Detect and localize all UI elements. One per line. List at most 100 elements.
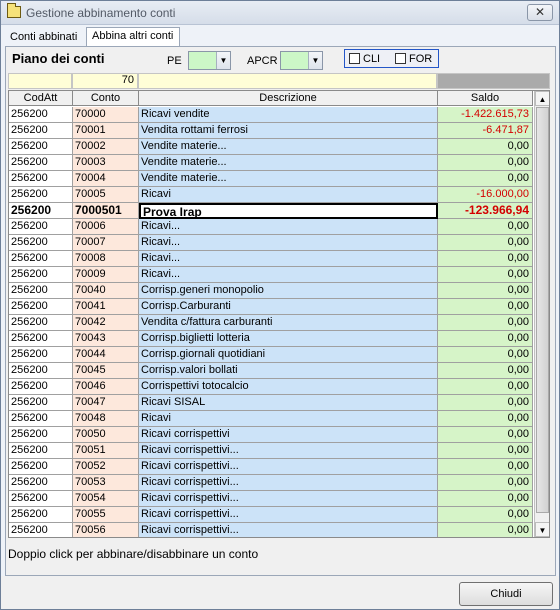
header-saldo[interactable]: Saldo bbox=[438, 91, 533, 106]
cell-conto[interactable]: 70051 bbox=[73, 443, 139, 459]
scroll-thumb[interactable] bbox=[536, 107, 549, 513]
close-button[interactable]: ✕ bbox=[527, 4, 553, 21]
table-row[interactable]: 256200 70055 Ricavi corrispettivi... 0,00 bbox=[9, 507, 533, 523]
cell-conto[interactable]: 7000501 bbox=[73, 203, 139, 219]
cell-saldo[interactable]: 0,00 bbox=[438, 315, 533, 331]
cell-descrizione[interactable]: Corrisp.generi monopolio bbox=[139, 283, 438, 299]
table-row[interactable]: 256200 70051 Ricavi corrispettivi... 0,00 bbox=[9, 443, 533, 459]
table-row[interactable]: 256200 70005 Ricavi -16.000,00 bbox=[9, 187, 533, 203]
table-row[interactable]: 256200 70045 Corrisp.valori bollati 0,00 bbox=[9, 363, 533, 379]
cell-descrizione[interactable]: Ricavi SISAL bbox=[139, 395, 438, 411]
checkbox-box[interactable] bbox=[395, 53, 406, 64]
cell-codatt[interactable]: 256200 bbox=[9, 123, 73, 139]
cell-saldo[interactable]: 0,00 bbox=[438, 507, 533, 523]
cell-saldo[interactable]: 0,00 bbox=[438, 155, 533, 171]
cell-codatt[interactable]: 256200 bbox=[9, 187, 73, 203]
cell-conto[interactable]: 70050 bbox=[73, 427, 139, 443]
table-row[interactable]: 256200 70043 Corrisp.biglietti lotteria 0,0… bbox=[9, 331, 533, 347]
cell-descrizione[interactable]: Ricavi corrispettivi... bbox=[139, 443, 438, 459]
cell-conto[interactable]: 70055 bbox=[73, 507, 139, 523]
table-row[interactable]: 256200 70054 Ricavi corrispettivi... 0,00 bbox=[9, 491, 533, 507]
table-row[interactable]: 256200 70000 Ricavi vendite -1.422.615,73 bbox=[9, 107, 533, 123]
tab-conti-abbinati[interactable]: Conti abbinati bbox=[5, 29, 85, 47]
cell-codatt[interactable]: 256200 bbox=[9, 267, 73, 283]
cell-descrizione[interactable]: Vendita rottami ferrosi bbox=[139, 123, 438, 139]
cell-saldo[interactable]: 0,00 bbox=[438, 411, 533, 427]
cell-descrizione[interactable]: Ricavi corrispettivi... bbox=[139, 475, 438, 491]
cell-conto[interactable]: 70048 bbox=[73, 411, 139, 427]
cell-conto[interactable]: 70006 bbox=[73, 219, 139, 235]
table-row[interactable]: 256200 70056 Ricavi corrispettivi... 0,00 bbox=[9, 523, 533, 537]
header-conto[interactable]: Conto bbox=[73, 91, 139, 106]
cell-saldo[interactable]: 0,00 bbox=[438, 427, 533, 443]
cell-conto[interactable]: 70004 bbox=[73, 171, 139, 187]
cell-conto[interactable]: 70042 bbox=[73, 315, 139, 331]
cell-conto[interactable]: 70003 bbox=[73, 155, 139, 171]
cell-codatt[interactable]: 256200 bbox=[9, 347, 73, 363]
cell-saldo[interactable]: -1.422.615,73 bbox=[438, 107, 533, 123]
table-row[interactable]: 256200 70007 Ricavi... 0,00 bbox=[9, 235, 533, 251]
cell-saldo[interactable]: 0,00 bbox=[438, 523, 533, 537]
table-row[interactable]: 256200 70053 Ricavi corrispettivi... 0,00 bbox=[9, 475, 533, 491]
filter-conto[interactable]: 70 bbox=[72, 73, 138, 89]
cell-descrizione[interactable]: Ricavi corrispettivi... bbox=[139, 491, 438, 507]
cell-descrizione[interactable]: Corrisp.valori bollati bbox=[139, 363, 438, 379]
cell-conto[interactable]: 70041 bbox=[73, 299, 139, 315]
cell-codatt[interactable]: 256200 bbox=[9, 491, 73, 507]
cell-conto[interactable]: 70056 bbox=[73, 523, 139, 537]
cell-codatt[interactable]: 256200 bbox=[9, 331, 73, 347]
cell-descrizione[interactable]: Vendite materie... bbox=[139, 155, 438, 171]
cell-conto[interactable]: 70040 bbox=[73, 283, 139, 299]
chevron-down-icon[interactable]: ▼ bbox=[308, 52, 322, 69]
cell-conto[interactable]: 70007 bbox=[73, 235, 139, 251]
cell-saldo[interactable]: 0,00 bbox=[438, 283, 533, 299]
filter-descrizione[interactable] bbox=[138, 73, 437, 89]
cell-codatt[interactable]: 256200 bbox=[9, 219, 73, 235]
cell-conto[interactable]: 70043 bbox=[73, 331, 139, 347]
cell-conto[interactable]: 70054 bbox=[73, 491, 139, 507]
cell-saldo[interactable]: -6.471,87 bbox=[438, 123, 533, 139]
cell-descrizione[interactable]: Ricavi... bbox=[139, 267, 438, 283]
cell-descrizione[interactable]: Corrisp.giornali quotidiani bbox=[139, 347, 438, 363]
cell-conto[interactable]: 70009 bbox=[73, 267, 139, 283]
cell-codatt[interactable]: 256200 bbox=[9, 283, 73, 299]
table-row[interactable]: 256200 70004 Vendite materie... 0,00 bbox=[9, 171, 533, 187]
table-row[interactable]: 256200 70050 Ricavi corrispettivi 0,00 bbox=[9, 427, 533, 443]
cell-descrizione[interactable]: Ricavi corrispettivi bbox=[139, 427, 438, 443]
cell-conto[interactable]: 70008 bbox=[73, 251, 139, 267]
cell-saldo[interactable]: 0,00 bbox=[438, 379, 533, 395]
cell-saldo[interactable]: 0,00 bbox=[438, 491, 533, 507]
cell-codatt[interactable]: 256200 bbox=[9, 459, 73, 475]
table-row-selected[interactable]: 256200 7000501 Prova Irap -123.966,94 bbox=[9, 203, 533, 219]
cell-conto[interactable]: 70001 bbox=[73, 123, 139, 139]
cell-saldo[interactable]: 0,00 bbox=[438, 331, 533, 347]
cell-saldo[interactable]: 0,00 bbox=[438, 443, 533, 459]
cell-codatt[interactable]: 256200 bbox=[9, 251, 73, 267]
cell-saldo[interactable]: 0,00 bbox=[438, 171, 533, 187]
cell-descrizione[interactable]: Corrisp.Carburanti bbox=[139, 299, 438, 315]
cell-saldo[interactable]: 0,00 bbox=[438, 363, 533, 379]
close-dialog-button[interactable]: Chiudi bbox=[459, 582, 553, 606]
cell-saldo[interactable]: -16.000,00 bbox=[438, 187, 533, 203]
cell-saldo[interactable]: 0,00 bbox=[438, 139, 533, 155]
cell-codatt[interactable]: 256200 bbox=[9, 411, 73, 427]
cell-descrizione[interactable]: Ricavi bbox=[139, 411, 438, 427]
cell-conto[interactable]: 70053 bbox=[73, 475, 139, 491]
cell-descrizione[interactable]: Corrisp.biglietti lotteria bbox=[139, 331, 438, 347]
table-row[interactable]: 256200 70002 Vendite materie... 0,00 bbox=[9, 139, 533, 155]
cell-descrizione[interactable]: Vendite materie... bbox=[139, 171, 438, 187]
cell-conto[interactable]: 70044 bbox=[73, 347, 139, 363]
table-row[interactable]: 256200 70041 Corrisp.Carburanti 0,00 bbox=[9, 299, 533, 315]
cell-descrizione[interactable]: Vendita c/fattura carburanti bbox=[139, 315, 438, 331]
table-row[interactable]: 256200 70001 Vendita rottami ferrosi -6.471… bbox=[9, 123, 533, 139]
table-row[interactable]: 256200 70006 Ricavi... 0,00 bbox=[9, 219, 533, 235]
vertical-scrollbar[interactable]: ▲ ▼ bbox=[534, 91, 549, 537]
cli-checkbox[interactable]: CLI bbox=[349, 53, 380, 65]
cell-descrizione[interactable]: Ricavi corrispettivi... bbox=[139, 507, 438, 523]
table-row[interactable]: 256200 70044 Corrisp.giornali quotidiani 0,… bbox=[9, 347, 533, 363]
cell-saldo[interactable]: 0,00 bbox=[438, 299, 533, 315]
table-row[interactable]: 256200 70046 Corrispettivi totocalcio 0,00 bbox=[9, 379, 533, 395]
cell-descrizione[interactable]: Ricavi bbox=[139, 187, 438, 203]
cell-descrizione[interactable]: Ricavi... bbox=[139, 235, 438, 251]
scroll-up-icon[interactable]: ▲ bbox=[535, 91, 549, 106]
